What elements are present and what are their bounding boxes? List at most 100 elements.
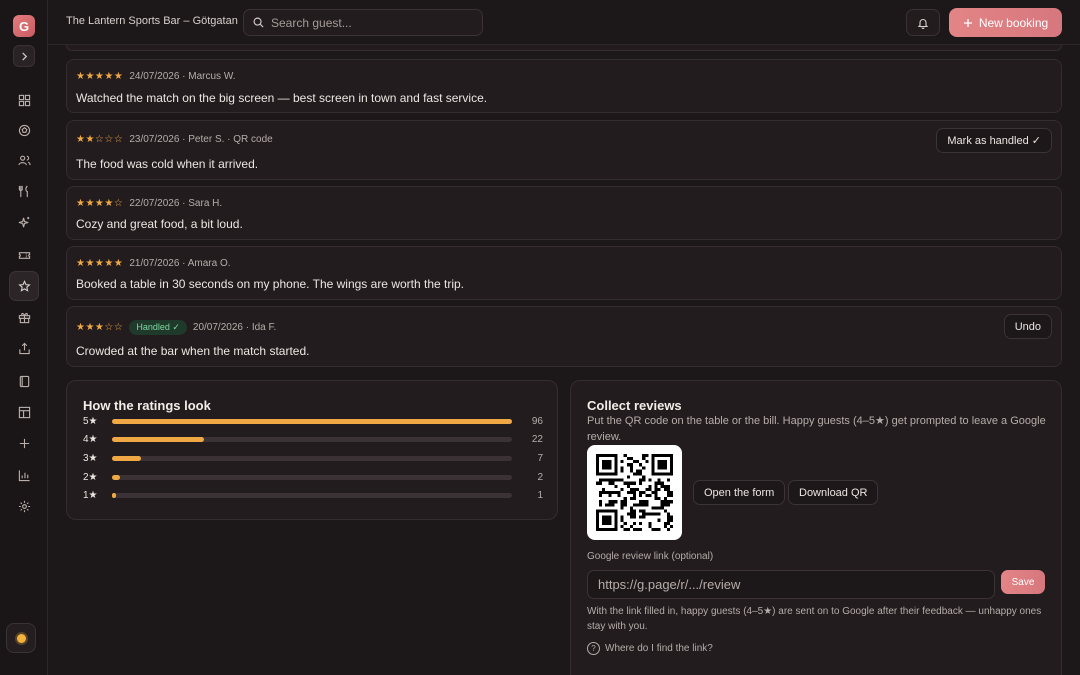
qr-code xyxy=(587,445,682,540)
sidebar-item-matches[interactable] xyxy=(9,115,39,145)
rating-label: 4★ xyxy=(83,434,98,446)
rating-bar xyxy=(112,474,121,480)
help-link[interactable]: ? Where do I find the link? xyxy=(587,642,713,655)
search-input[interactable] xyxy=(271,15,471,30)
rating-bar-track xyxy=(112,437,512,443)
rating-bar xyxy=(112,455,142,461)
rating-bar-track xyxy=(112,455,512,461)
rating-bar xyxy=(112,418,512,424)
venue-name[interactable]: The Lantern Sports Bar – Götgatan xyxy=(66,15,238,27)
layout-icon xyxy=(18,406,30,418)
rating-label: 1★ xyxy=(83,490,98,502)
dashboard-icon xyxy=(18,94,30,106)
bar-chart-icon xyxy=(18,469,30,481)
review-meta: 20/07/2026 · Ida F. xyxy=(192,322,277,333)
rating-count: 22 xyxy=(531,434,543,446)
google-link-label: Google review link (optional) xyxy=(587,551,714,562)
ticket-icon xyxy=(18,251,30,259)
sidebar-item-share[interactable] xyxy=(9,333,39,363)
sidebar-item-guide[interactable] xyxy=(9,366,39,396)
ratings-panel: How the ratings look 5★ 96 4★ 22 3★ 7 2★ 2 1★ 1 xyxy=(66,380,558,520)
collect-description: Put the QR code on the table or the bill… xyxy=(587,415,1046,443)
rating-count: 2 xyxy=(537,471,543,483)
app-logo[interactable]: G xyxy=(13,15,35,37)
rating-row: 1★ 1 xyxy=(83,489,543,503)
star-icon xyxy=(17,279,31,292)
review-card: ★★★★☆ 22/07/2026 · Sara H. Cozy and grea… xyxy=(66,186,1062,240)
sparkles-icon xyxy=(18,216,29,227)
star-rating: ★★★★★ xyxy=(76,71,124,82)
collect-reviews-panel: Collect reviews Put the QR code on the t… xyxy=(570,380,1062,675)
sidebar-item-gift-cards[interactable] xyxy=(9,302,39,332)
bell-icon xyxy=(917,18,929,29)
question-icon: ? xyxy=(587,642,600,655)
rating-bar-track xyxy=(112,493,512,499)
plus-icon xyxy=(963,18,972,27)
users-icon xyxy=(17,155,31,165)
soccer-ball-icon xyxy=(18,124,30,136)
share-icon xyxy=(18,342,30,354)
new-booking-label: New booking xyxy=(978,15,1049,30)
review-text: Watched the match on the big screen — be… xyxy=(76,91,488,105)
rating-label: 3★ xyxy=(83,452,98,464)
rating-count: 7 xyxy=(537,452,543,464)
review-meta: 21/07/2026 · Amara O. xyxy=(129,258,231,269)
qr-code-image xyxy=(596,454,673,531)
rating-row: 2★ 2 xyxy=(83,470,543,484)
star-rating: ★★★☆☆ xyxy=(76,322,124,333)
settings-icon xyxy=(18,500,30,512)
open-form-button[interactable]: Open the form xyxy=(693,480,786,505)
handled-badge: Handled ✓ xyxy=(129,320,187,335)
star-rating: ★★★★☆ xyxy=(76,198,124,209)
star-rating: ★★☆☆☆ xyxy=(76,134,124,145)
review-card: ★★★★★ 21/07/2026 · Amara O. Booked a tab… xyxy=(66,246,1062,300)
notifications-button[interactable] xyxy=(906,9,940,36)
sidebar-item-tickets[interactable] xyxy=(9,240,39,270)
review-card-partial xyxy=(66,45,1062,51)
review-card: ★★★☆☆ Handled ✓ 20/07/2026 · Ida F. Undo… xyxy=(66,306,1062,367)
review-text: Crowded at the bar when the match starte… xyxy=(76,344,310,358)
rating-bar-track xyxy=(112,418,512,424)
rating-row: 5★ 96 xyxy=(83,414,543,428)
review-meta: 22/07/2026 · Sara H. xyxy=(129,198,223,209)
mark-as-handled-button[interactable]: Mark as handled ✓ xyxy=(936,128,1052,153)
sidebar-item-add[interactable] xyxy=(9,428,39,458)
gift-icon xyxy=(18,312,30,323)
review-meta: 23/07/2026 · Peter S. · QR code xyxy=(129,134,273,145)
rating-count: 1 xyxy=(537,490,543,502)
sidebar-item-settings[interactable] xyxy=(9,491,39,521)
utensils-icon xyxy=(18,185,28,197)
rating-count: 96 xyxy=(531,415,543,427)
sidebar-item-layout[interactable] xyxy=(9,397,39,427)
top-bar: The Lantern Sports Bar – Götgatan New bo… xyxy=(48,0,1080,45)
sidebar-toggle-button[interactable] xyxy=(13,45,35,67)
review-text: The food was cold when it arrived. xyxy=(76,157,259,171)
rating-row: 4★ 22 xyxy=(83,433,543,447)
review-text: Booked a table in 30 seconds on my phone… xyxy=(76,277,465,291)
new-booking-button[interactable]: New booking xyxy=(949,8,1062,37)
undo-button[interactable]: Undo xyxy=(1003,314,1052,339)
search-box[interactable] xyxy=(243,9,483,36)
theme-toggle-button[interactable] xyxy=(6,623,36,653)
save-button[interactable]: Save xyxy=(1001,570,1045,594)
sidebar-item-statistics[interactable] xyxy=(9,460,39,490)
chevron-right-icon xyxy=(21,51,27,61)
review-card: ★★☆☆☆ 23/07/2026 · Peter S. · QR code Ma… xyxy=(66,120,1062,180)
sidebar-item-menu[interactable] xyxy=(9,176,39,206)
rating-label: 2★ xyxy=(83,471,98,483)
review-card: ★★★★★ 24/07/2026 · Marcus W. Watched the… xyxy=(66,59,1062,113)
plus-icon xyxy=(19,438,29,448)
sidebar-item-ai[interactable] xyxy=(9,207,39,237)
sidebar-item-dashboard[interactable] xyxy=(9,85,39,115)
rating-label: 5★ xyxy=(83,415,98,427)
collect-panel-title: Collect reviews xyxy=(587,398,682,413)
rating-bar-track xyxy=(112,474,512,480)
google-review-link-input[interactable] xyxy=(587,570,995,599)
download-qr-button[interactable]: Download QR xyxy=(788,480,879,505)
sidebar-item-reviews[interactable] xyxy=(9,271,39,301)
rating-row: 3★ 7 xyxy=(83,451,543,465)
rating-bar xyxy=(112,493,117,499)
help-link-label: Where do I find the link? xyxy=(605,643,713,654)
sun-icon xyxy=(16,633,26,643)
sidebar-item-guests[interactable] xyxy=(9,145,39,175)
